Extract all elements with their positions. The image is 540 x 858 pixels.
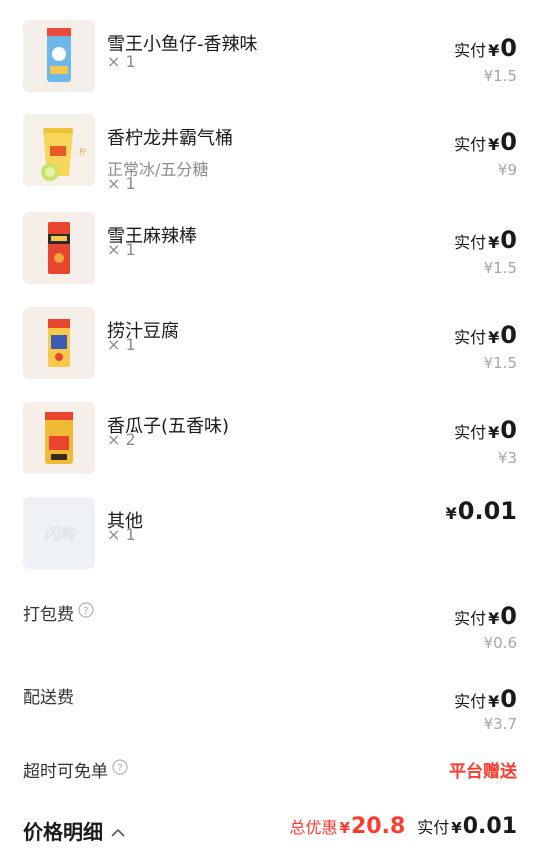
packing-fee-label-group: 打包费 ? (23, 600, 94, 625)
paid-price: 实付 ¥ 0 (454, 416, 517, 444)
currency-symbol: ¥ (488, 423, 500, 442)
paid-price: ¥ 0.01 (444, 497, 517, 525)
delivery-fee-label: 配送费 (23, 688, 74, 708)
chevron-up-icon (111, 819, 125, 843)
sunflower-seeds-bag-icon (23, 402, 95, 474)
paid-amount: 0 (500, 226, 517, 254)
overtime-label-group: 超时可免单 ? (23, 757, 128, 782)
original-price: ¥0.6 (483, 634, 517, 652)
item-quantity: × 1 (107, 335, 136, 354)
price-summary-bar: 价格明细 总优惠 ¥ 20.8 实付 ¥ 0.01 (0, 810, 540, 850)
paid-amount: 0 (500, 321, 517, 349)
paid-label: 实付 (454, 41, 487, 60)
paid-label: 实付 (454, 233, 487, 252)
currency-symbol: ¥ (488, 328, 500, 347)
paid-price: 实付 ¥ 0 (454, 321, 517, 349)
paid-label: 实付 (454, 423, 487, 442)
paid-amount: 0 (500, 685, 517, 713)
paid-amount: 0 (500, 602, 517, 630)
currency-symbol: ¥ (488, 609, 500, 628)
original-price: ¥1.5 (483, 259, 517, 277)
total-paid-amount: 0.01 (462, 814, 517, 839)
snack-bag-blue-icon (23, 20, 95, 92)
original-price: ¥1.5 (483, 67, 517, 85)
price-detail-title: 价格明细 (23, 820, 103, 844)
paid-amount: 0 (500, 34, 517, 62)
paid-price: 实付 ¥ 0 (454, 128, 517, 156)
platform-gift-label: 平台赠送 (449, 762, 517, 782)
paid-label: 实付 (454, 328, 487, 347)
price-detail-toggle[interactable]: 价格明细 (23, 816, 125, 845)
overtime-label: 超时可免单 (23, 762, 108, 782)
help-icon[interactable]: ? (112, 759, 128, 780)
original-price: ¥1.5 (483, 354, 517, 372)
currency-symbol: ¥ (488, 692, 500, 711)
order-item[interactable]: 捞汁豆腐 × 1 实付 ¥ 0 ¥1.5 (0, 307, 540, 397)
paid-price: 实付 ¥ 0 (454, 34, 517, 62)
original-price: ¥9 (497, 161, 517, 179)
placeholder-logo-icon: 闪购 (23, 497, 95, 569)
paid-amount: 0 (500, 416, 517, 444)
paid-label: 实付 (454, 609, 487, 628)
item-quantity: × 2 (107, 430, 136, 449)
svg-text:柠: 柠 (79, 147, 86, 156)
placeholder-logo-text: 闪购 (43, 525, 74, 543)
help-icon[interactable]: ? (78, 602, 94, 623)
original-price: ¥3 (497, 449, 517, 467)
currency-symbol: ¥ (451, 819, 462, 837)
paid-amount: 0 (500, 128, 517, 156)
order-item[interactable]: 雪王小鱼仔-香辣味 × 1 实付 ¥ 0 ¥1.5 (0, 20, 540, 110)
currency-symbol: ¥ (445, 504, 457, 523)
order-item[interactable]: 香瓜子(五香味) × 2 实付 ¥ 0 ¥3 (0, 402, 540, 492)
packing-fee-label: 打包费 (23, 605, 74, 625)
item-name: 香柠龙井霸气桶 (107, 128, 233, 149)
item-quantity: × 1 (107, 240, 136, 259)
order-item[interactable]: 闪购 其他 × 1 ¥ 0.01 (0, 497, 540, 587)
currency-symbol: ¥ (488, 135, 500, 154)
total-paid-label: 实付 (417, 818, 450, 837)
currency-symbol: ¥ (488, 41, 500, 60)
total-discount-amount: 20.8 (350, 814, 406, 839)
currency-symbol: ¥ (488, 233, 500, 252)
item-quantity: × 1 (107, 52, 136, 71)
svg-text:?: ? (117, 763, 122, 774)
order-item[interactable]: 柠 香柠龙井霸气桶 正常冰/五分糖 × 1 实付 ¥ 0 ¥9 (0, 114, 540, 210)
paid-label: 实付 (454, 135, 487, 154)
order-item[interactable]: 雪王麻辣棒 × 1 实付 ¥ 0 ¥1.5 (0, 212, 540, 302)
original-price: ¥3.7 (483, 715, 517, 733)
total-discount-label: 总优惠 (289, 818, 338, 837)
paid-price: 实付 ¥ 0 (454, 602, 517, 630)
paid-price: 实付 ¥ 0 (454, 226, 517, 254)
paid-price: 实付 ¥ 0 (454, 685, 517, 713)
svg-text:?: ? (83, 606, 88, 617)
summary-totals: 总优惠 ¥ 20.8 实付 ¥ 0.01 (290, 814, 517, 839)
spicy-stick-bag-icon (23, 212, 95, 284)
currency-symbol: ¥ (339, 819, 350, 837)
tofu-snack-bag-icon (23, 307, 95, 379)
item-quantity: × 1 (107, 525, 136, 544)
item-quantity: × 1 (107, 174, 136, 193)
paid-amount: 0.01 (457, 497, 517, 525)
lemon-tea-bucket-icon: 柠 (23, 114, 95, 186)
paid-label: 实付 (454, 692, 487, 711)
